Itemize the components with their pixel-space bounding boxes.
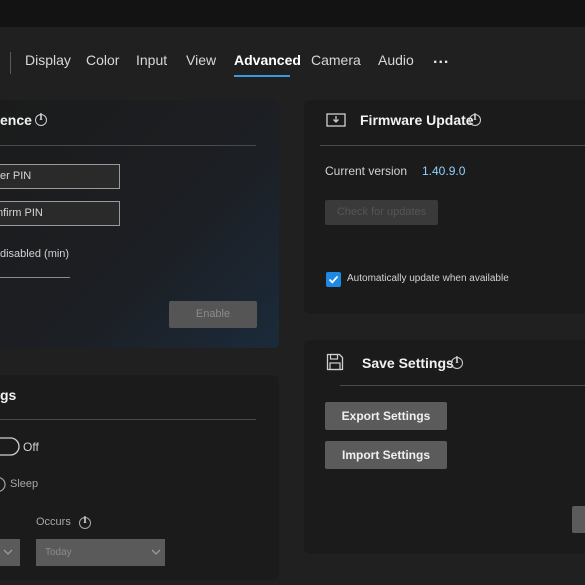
time-dropdown[interactable] (0, 539, 20, 566)
pin-panel-title: ence (0, 112, 32, 128)
title-bar (0, 0, 585, 27)
current-version-label: Current version (325, 164, 408, 178)
auto-update-label[interactable]: Automatically update when available (347, 273, 509, 284)
sleep-radio[interactable] (0, 476, 7, 493)
enter-pin-field[interactable]: ter PIN (0, 164, 120, 189)
tab-input[interactable]: Input (136, 52, 167, 68)
chevron-down-icon (151, 549, 161, 555)
tab-color[interactable]: Color (86, 52, 119, 68)
tab-view[interactable]: View (186, 52, 216, 68)
import-settings-button[interactable]: Import Settings (325, 441, 447, 469)
tab-camera[interactable]: Camera (311, 52, 361, 68)
occurs-value: Today (45, 547, 72, 558)
firmware-divider (320, 145, 585, 146)
tab-audio[interactable]: Audio (378, 52, 414, 68)
active-tab-indicator (234, 75, 290, 77)
check-updates-button[interactable]: Check for updates (325, 200, 438, 225)
toggle-switch[interactable] (0, 437, 20, 456)
save-icon (326, 353, 344, 371)
firmware-icon (326, 113, 346, 127)
disabled-minutes-label: disabled (min) (0, 248, 70, 260)
export-settings-button[interactable]: Export Settings (325, 402, 447, 430)
minutes-input-underline[interactable] (0, 277, 70, 278)
sleep-label: Sleep (10, 478, 39, 490)
occurs-label: Occurs (36, 516, 71, 528)
current-version-value: 1.40.9.0 (422, 164, 466, 178)
info-icon[interactable] (451, 356, 463, 369)
auto-update-checkbox[interactable] (326, 272, 341, 287)
occurs-dropdown[interactable]: Today (36, 539, 165, 566)
chevron-down-icon (3, 549, 13, 555)
partial-button[interactable] (572, 506, 585, 533)
confirm-pin-field[interactable]: nfirm PIN (0, 201, 120, 226)
info-icon[interactable] (469, 113, 481, 126)
tab-display[interactable]: Display (25, 52, 71, 68)
save-settings-title: Save Settings (362, 355, 454, 371)
toggle-state-label: Off (23, 440, 39, 454)
schedule-panel-title: gs (0, 387, 17, 403)
save-settings-divider (340, 385, 585, 386)
more-options-icon[interactable]: ... (433, 50, 449, 68)
firmware-title: Firmware Update (360, 112, 474, 128)
info-icon[interactable] (35, 113, 47, 126)
checkmark-icon (328, 275, 339, 284)
tab-advanced[interactable]: Advanced (234, 52, 301, 68)
nav-divider (10, 52, 11, 74)
schedule-divider (0, 419, 256, 420)
enable-button[interactable]: Enable (169, 301, 257, 328)
info-icon[interactable] (79, 516, 91, 529)
pin-panel-divider (0, 145, 256, 146)
